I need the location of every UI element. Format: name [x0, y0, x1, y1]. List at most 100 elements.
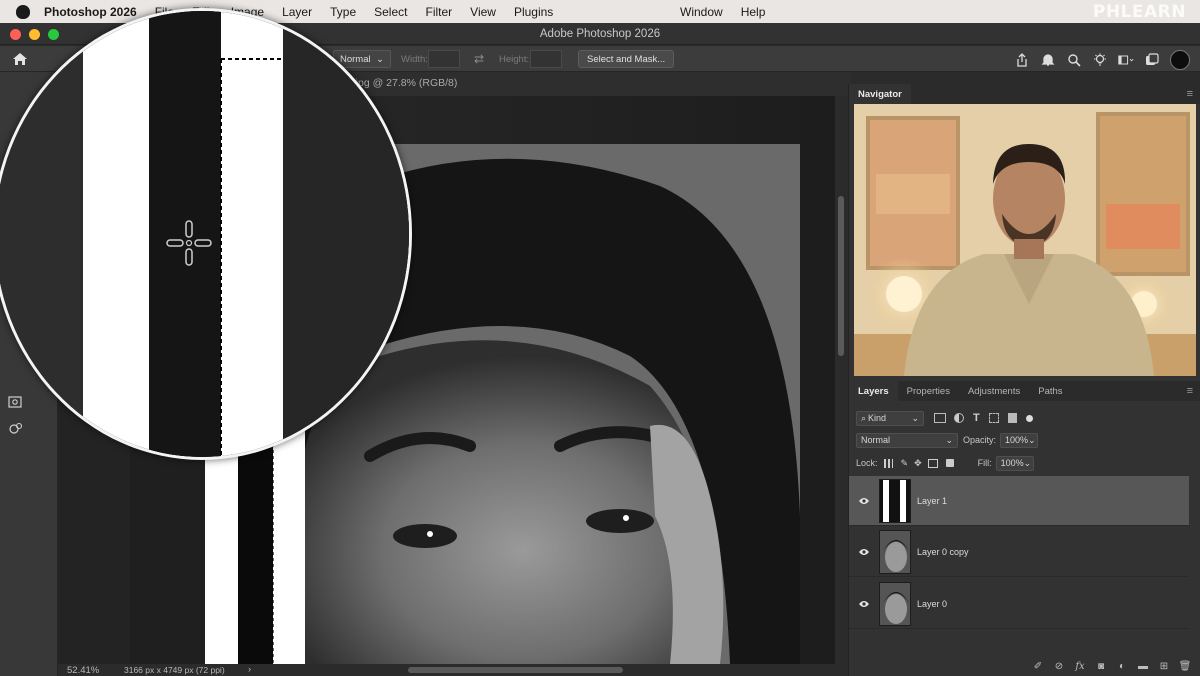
window-title: Adobe Photoshop 2026: [539, 27, 661, 40]
layer-filter-row: ⌕ Kind ⌄ T: [849, 408, 1200, 428]
lock-label: Lock:: [856, 458, 878, 468]
blend-opacity-row: Normal ⌄ Opacity: 100% ⌄: [849, 430, 1200, 450]
layer-name[interactable]: Layer 0 copy: [917, 547, 969, 557]
link-icon[interactable]: ⊘: [1053, 660, 1065, 672]
filter-toggle-icon[interactable]: [1025, 414, 1033, 422]
horizontal-scroll-thumb[interactable]: [408, 667, 623, 673]
layer-name[interactable]: Layer 0: [917, 599, 947, 609]
height-field[interactable]: [530, 50, 562, 68]
search-icon[interactable]: [1066, 52, 1082, 68]
top-right-icons: [1014, 50, 1190, 70]
bell-icon[interactable]: [1040, 52, 1056, 68]
panel-menu-icon[interactable]: ≡: [1187, 385, 1193, 397]
avatar[interactable]: [1170, 50, 1190, 70]
minimize-window-button[interactable]: [29, 29, 40, 40]
menu-plugins[interactable]: Plugins: [514, 5, 553, 19]
filter-type-icon[interactable]: T: [973, 412, 980, 424]
swap-icon[interactable]: ⇄: [474, 50, 484, 68]
layer-thumbnail: [879, 529, 911, 574]
mask-icon[interactable]: ◙: [1095, 660, 1107, 672]
chevron-down-icon: ⌄: [911, 412, 919, 423]
layer-row-layer-0[interactable]: Layer 0: [849, 579, 1189, 629]
layer-row-layer-1[interactable]: Layer 1: [849, 476, 1189, 526]
select-and-mask-button[interactable]: Select and Mask...: [578, 50, 675, 68]
share-icon[interactable]: [1014, 52, 1030, 68]
apple-icon[interactable]: [16, 4, 30, 19]
zoom-level[interactable]: 52.41%: [67, 665, 99, 676]
chevron-right-icon[interactable]: ›: [248, 664, 251, 675]
home-icon[interactable]: [12, 50, 28, 68]
lock-position-icon[interactable]: ✥: [914, 458, 922, 469]
close-window-button[interactable]: [10, 29, 21, 40]
filter-adjustment-icon[interactable]: [954, 413, 964, 423]
menu-layer[interactable]: Layer: [282, 5, 312, 19]
panel-menu-icon[interactable]: ≡: [1187, 88, 1193, 100]
menu-select[interactable]: Select: [374, 5, 407, 19]
menu-view[interactable]: View: [470, 5, 496, 19]
zoom-window-button[interactable]: [48, 29, 59, 40]
visibility-eye-icon[interactable]: [849, 600, 879, 608]
brush-icon[interactable]: ✐: [1032, 660, 1044, 672]
layers-footer: ✐ ⊘ fx ◙ ◐ ▬ ⊞ 🗑: [849, 656, 1200, 676]
style-select-value: Normal: [340, 53, 371, 65]
adjustment-icon[interactable]: ◐: [1116, 660, 1128, 672]
navigator-preview[interactable]: [854, 104, 1196, 376]
content-aware-tool-icon[interactable]: [8, 422, 24, 439]
width-field[interactable]: [428, 50, 460, 68]
visibility-eye-icon[interactable]: [849, 548, 879, 556]
new-layer-icon[interactable]: ⊞: [1158, 660, 1170, 672]
lock-transparency-icon[interactable]: [883, 458, 893, 468]
lock-all-icon[interactable]: [945, 459, 954, 467]
document-dimensions: 3166 px x 4749 px (72 ppi): [124, 665, 225, 675]
blend-mode-select[interactable]: Normal ⌄: [856, 432, 958, 448]
menu-help[interactable]: Help: [741, 5, 766, 19]
cloud-docs-icon[interactable]: [1144, 52, 1160, 68]
filter-pixel-icon[interactable]: [934, 413, 946, 423]
chevron-down-icon: ⌄: [1028, 434, 1036, 445]
opacity-label: Opacity:: [963, 435, 997, 445]
fill-label: Fill:: [977, 458, 992, 468]
layer-row-layer-0-copy[interactable]: Layer 0 copy: [849, 527, 1189, 577]
workspace-icon[interactable]: [1118, 52, 1134, 68]
menu-window[interactable]: Window: [680, 5, 723, 19]
opacity-field[interactable]: 100% ⌄: [1000, 432, 1039, 448]
tab-navigator[interactable]: Navigator: [849, 84, 911, 104]
vertical-scroll-thumb[interactable]: [838, 196, 844, 356]
layer-thumbnail: [879, 478, 911, 523]
marquee-tool-icon[interactable]: [8, 396, 22, 411]
tab-paths[interactable]: Paths: [1029, 381, 1071, 401]
tab-properties[interactable]: Properties: [898, 381, 959, 401]
phlearn-watermark: PHLEARN: [1092, 2, 1186, 22]
fill-value: 100%: [1000, 458, 1024, 468]
height-label: Height:: [499, 53, 530, 65]
fx-icon[interactable]: fx: [1074, 660, 1086, 672]
layers-panel-header: Layers Properties Adjustments Paths ≡: [849, 381, 1200, 401]
width-label: Width:: [401, 53, 428, 65]
lightbulb-icon[interactable]: [1092, 52, 1108, 68]
menu-filter[interactable]: Filter: [425, 5, 452, 19]
folder-icon[interactable]: ▬: [1137, 660, 1149, 672]
visibility-eye-icon[interactable]: [849, 497, 879, 505]
trash-icon[interactable]: 🗑: [1179, 660, 1192, 672]
window-controls: [10, 29, 59, 40]
status-bar: 52.41% 3166 px x 4749 px (72 ppi) ›: [58, 664, 848, 676]
vertical-scrollbar[interactable]: [835, 96, 847, 664]
layer-name[interactable]: Layer 1: [917, 496, 947, 506]
menu-app-name[interactable]: Photoshop 2026: [44, 5, 137, 19]
magnifier-loupe: [0, 8, 412, 460]
layer-kind-value: Kind: [868, 413, 887, 423]
chevron-down-icon: ⌄: [1023, 457, 1032, 468]
tab-layers[interactable]: Layers: [849, 381, 898, 401]
layer-kind-filter[interactable]: ⌕ Kind ⌄: [856, 410, 924, 426]
fill-field[interactable]: 100% ⌄: [995, 455, 1034, 471]
menu-type[interactable]: Type: [330, 5, 356, 19]
lock-fill-row: Lock: ✎ ✥ Fill: 100% ⌄: [849, 453, 1200, 473]
tab-adjustments[interactable]: Adjustments: [959, 381, 1029, 401]
chevron-down-icon: ⌄: [376, 53, 384, 65]
filter-smart-object-icon[interactable]: [1007, 413, 1017, 423]
blend-mode-value: Normal: [861, 435, 891, 445]
lock-pixels-icon[interactable]: ✎: [901, 458, 909, 469]
crosshair-cursor-icon: [165, 219, 213, 270]
filter-shape-icon[interactable]: [988, 413, 999, 423]
lock-artboard-icon[interactable]: [927, 458, 938, 468]
